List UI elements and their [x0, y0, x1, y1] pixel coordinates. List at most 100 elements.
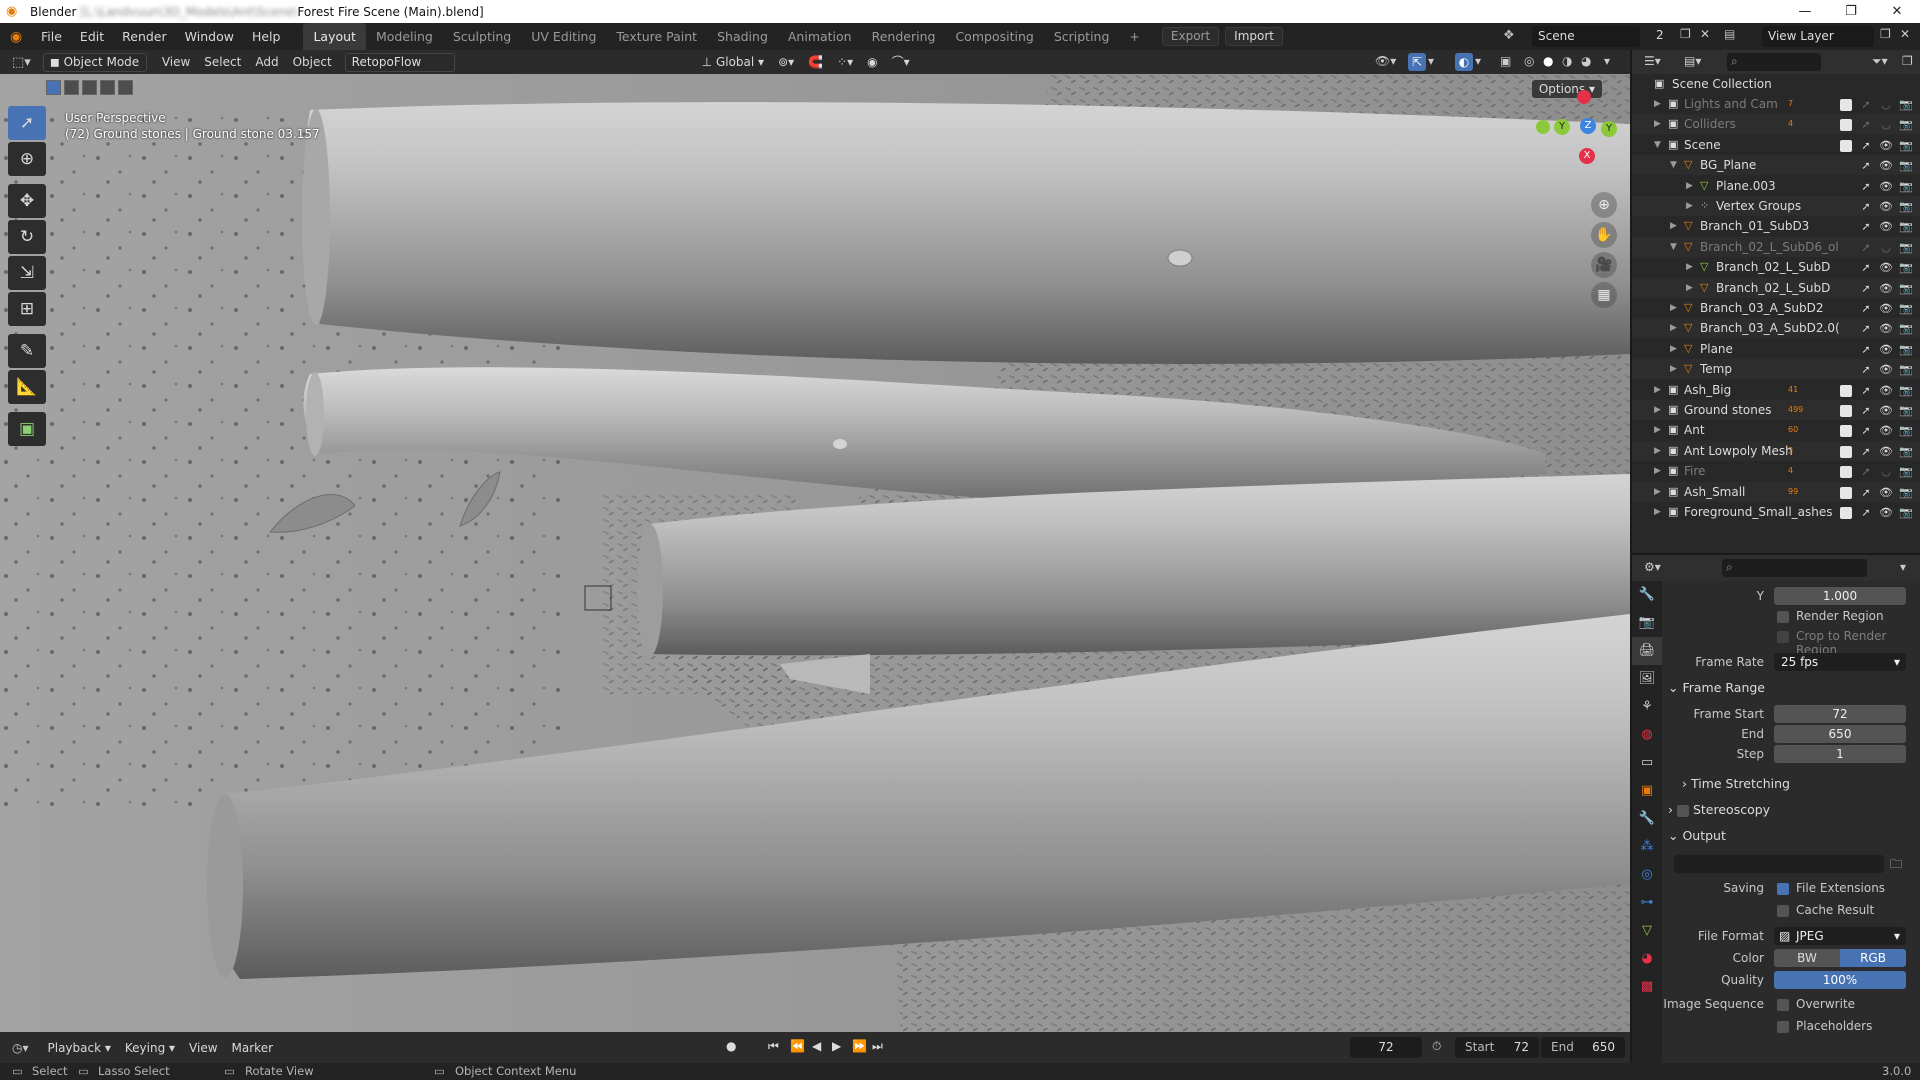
- selectable-toggle-icon[interactable]: ➚: [1856, 279, 1876, 299]
- tool-tab-icon[interactable]: 🔧: [1632, 581, 1662, 609]
- gizmo-x-icon[interactable]: X: [1579, 148, 1595, 164]
- mode-dropdown[interactable]: ◼ Object Mode ▾: [42, 52, 147, 86]
- visibility-toggle-icon[interactable]: 👁: [1876, 442, 1896, 462]
- expand-arrow-closed-icon[interactable]: ▶: [1686, 257, 1693, 277]
- selectable-toggle-icon[interactable]: ➚: [1856, 462, 1876, 482]
- selectable-toggle-icon[interactable]: ➚: [1856, 503, 1876, 523]
- record-icon[interactable]: ●: [726, 1039, 736, 1053]
- play-icon[interactable]: ▶: [832, 1039, 841, 1053]
- expand-arrow-open-icon[interactable]: ▼: [1670, 237, 1677, 257]
- render-tab-icon[interactable]: 📷: [1632, 609, 1662, 637]
- xray-toggle-icon[interactable]: ▣: [1500, 54, 1511, 68]
- render-toggle-icon[interactable]: 📷: [1896, 197, 1916, 217]
- new-view-layer-icon[interactable]: ❐: [1880, 27, 1891, 41]
- 3d-viewport[interactable]: Options ▾ User Perspective (72) Ground s…: [0, 74, 1630, 1032]
- selectable-toggle-icon[interactable]: ➚: [1856, 258, 1876, 278]
- select-menu[interactable]: Select: [197, 50, 248, 74]
- exclude-checkbox[interactable]: [1836, 442, 1856, 462]
- exclude-checkbox[interactable]: [1836, 401, 1856, 421]
- selectable-toggle-icon[interactable]: ➚: [1856, 421, 1876, 441]
- exclude-checkbox[interactable]: [1836, 483, 1856, 503]
- cache-result-checkbox[interactable]: [1777, 905, 1789, 917]
- physics-tab-icon[interactable]: ◎: [1632, 861, 1662, 889]
- visibility-toggle-icon[interactable]: 👁: [1876, 340, 1896, 360]
- material-shading-icon[interactable]: ◑: [1562, 54, 1572, 68]
- scale-tool-icon[interactable]: ⇲: [8, 256, 46, 290]
- selectable-toggle-icon[interactable]: ➚: [1856, 381, 1876, 401]
- prev-keyframe-icon[interactable]: ⏪: [790, 1039, 805, 1053]
- expand-arrow-closed-icon[interactable]: ▶: [1654, 400, 1661, 420]
- file-extensions-checkbox[interactable]: [1777, 883, 1789, 895]
- outliner-item[interactable]: ▼ ▽ Branch_02_L_SubD6_ol ➚ ◡ 📷: [1632, 236, 1920, 258]
- expand-arrow-closed-icon[interactable]: ▶: [1654, 441, 1661, 461]
- expand-arrow-closed-icon[interactable]: ▶: [1670, 339, 1677, 359]
- render-toggle-icon[interactable]: 📷: [1896, 360, 1916, 380]
- select-mode-new-icon[interactable]: [46, 80, 61, 95]
- exclude-checkbox[interactable]: [1836, 462, 1856, 482]
- overwrite-checkbox[interactable]: [1777, 999, 1789, 1011]
- visibility-toggle-icon[interactable]: 👁: [1876, 217, 1896, 237]
- exclude-checkbox[interactable]: [1836, 115, 1856, 135]
- wireframe-shading-icon[interactable]: ◎: [1524, 54, 1534, 68]
- exclude-checkbox[interactable]: [1836, 95, 1856, 115]
- tab-shading[interactable]: Shading: [707, 23, 778, 50]
- tab-uv-editing[interactable]: UV Editing: [521, 23, 606, 50]
- exclude-checkbox[interactable]: [1836, 381, 1856, 401]
- rendered-shading-icon[interactable]: ◕: [1581, 54, 1591, 68]
- tab-sculpting[interactable]: Sculpting: [443, 23, 521, 50]
- scene-tab-icon[interactable]: ⚘: [1632, 693, 1662, 721]
- tab-scripting[interactable]: Scripting: [1044, 23, 1120, 50]
- menu-edit[interactable]: Edit: [71, 23, 113, 50]
- measure-tool-icon[interactable]: 📐: [8, 370, 46, 404]
- move-tool-icon[interactable]: ✥: [8, 184, 46, 218]
- outliner-item[interactable]: ▶ ▣ Ant Lowpoly Mesh 3 ➚ 👁 📷: [1632, 440, 1920, 462]
- visibility-toggle-icon[interactable]: ◡: [1876, 238, 1896, 258]
- render-region-checkbox[interactable]: [1777, 611, 1789, 623]
- render-toggle-icon[interactable]: 📷: [1896, 340, 1916, 360]
- zoom-icon[interactable]: ⊕: [1591, 192, 1617, 218]
- selectable-toggle-icon[interactable]: ➚: [1856, 238, 1876, 258]
- timeline-view-menu[interactable]: View: [182, 1036, 224, 1060]
- snap-settings-icon[interactable]: ⁘▾: [830, 50, 860, 74]
- render-toggle-icon[interactable]: 📷: [1896, 115, 1916, 135]
- gizmo-y-neg-icon[interactable]: [1536, 120, 1550, 134]
- current-frame-field[interactable]: 72: [1350, 1037, 1422, 1058]
- rotate-tool-icon[interactable]: ↻: [8, 220, 46, 254]
- color-rgb-option[interactable]: RGB: [1840, 949, 1906, 967]
- start-frame-field[interactable]: Start 72: [1455, 1037, 1539, 1058]
- selectable-toggle-icon[interactable]: ➚: [1856, 115, 1876, 135]
- outliner-item[interactable]: ▶ ▣ Lights and Cam 7 ➚ ◡ 📷: [1632, 94, 1920, 114]
- outliner-item[interactable]: ▶ ▽ Branch_02_L_SubD ➚ 👁 📷: [1632, 257, 1920, 277]
- solid-shading-icon[interactable]: ●: [1543, 54, 1553, 68]
- transform-orientation-dropdown[interactable]: ⊥ Global ▾: [695, 50, 771, 74]
- maximize-button[interactable]: ❐: [1828, 0, 1874, 23]
- close-window-button[interactable]: ✕: [1874, 0, 1920, 23]
- placeholders-checkbox[interactable]: [1777, 1021, 1789, 1033]
- frame-rate-dropdown[interactable]: 25 fps ▾: [1774, 653, 1906, 671]
- selectable-toggle-icon[interactable]: ➚: [1856, 217, 1876, 237]
- selectable-toggle-icon[interactable]: ➚: [1856, 177, 1876, 197]
- exclude-checkbox[interactable]: [1836, 421, 1856, 441]
- render-toggle-icon[interactable]: 📷: [1896, 136, 1916, 156]
- selectable-toggle-icon[interactable]: ➚: [1856, 299, 1876, 319]
- expand-arrow-closed-icon[interactable]: ▶: [1654, 94, 1661, 114]
- add-cube-tool-icon[interactable]: ▣: [8, 412, 46, 446]
- expand-arrow-open-icon[interactable]: ▼: [1654, 135, 1661, 155]
- outliner-item[interactable]: ▶ ▽ Branch_03_A_SubD2.0(➚ 👁 📷: [1632, 318, 1920, 339]
- menu-render[interactable]: Render: [113, 23, 176, 50]
- new-scene-icon[interactable]: ❐: [1680, 27, 1691, 41]
- add-menu[interactable]: Add: [248, 50, 285, 74]
- selectable-toggle-icon[interactable]: ➚: [1856, 136, 1876, 156]
- render-toggle-icon[interactable]: 📷: [1896, 156, 1916, 176]
- gizmo-dropdown-icon[interactable]: ▾: [1428, 54, 1434, 68]
- particles-tab-icon[interactable]: ⁂: [1632, 833, 1662, 861]
- expand-arrow-closed-icon[interactable]: ▶: [1670, 318, 1677, 338]
- selectable-toggle-icon[interactable]: ➚: [1856, 156, 1876, 176]
- visibility-toggle-icon[interactable]: ◡: [1876, 115, 1896, 135]
- outliner-item[interactable]: ▶ ▽ Branch_02_L_SubD ➚ 👁 📷: [1632, 277, 1920, 299]
- properties-search-input[interactable]: ⌕: [1722, 559, 1867, 577]
- select-mode-subtract-icon[interactable]: [82, 80, 97, 95]
- next-keyframe-icon[interactable]: ⏩: [852, 1039, 867, 1053]
- view-layer-selector[interactable]: View Layer: [1762, 26, 1874, 47]
- overlay-toggle-icon[interactable]: ◐: [1455, 53, 1473, 71]
